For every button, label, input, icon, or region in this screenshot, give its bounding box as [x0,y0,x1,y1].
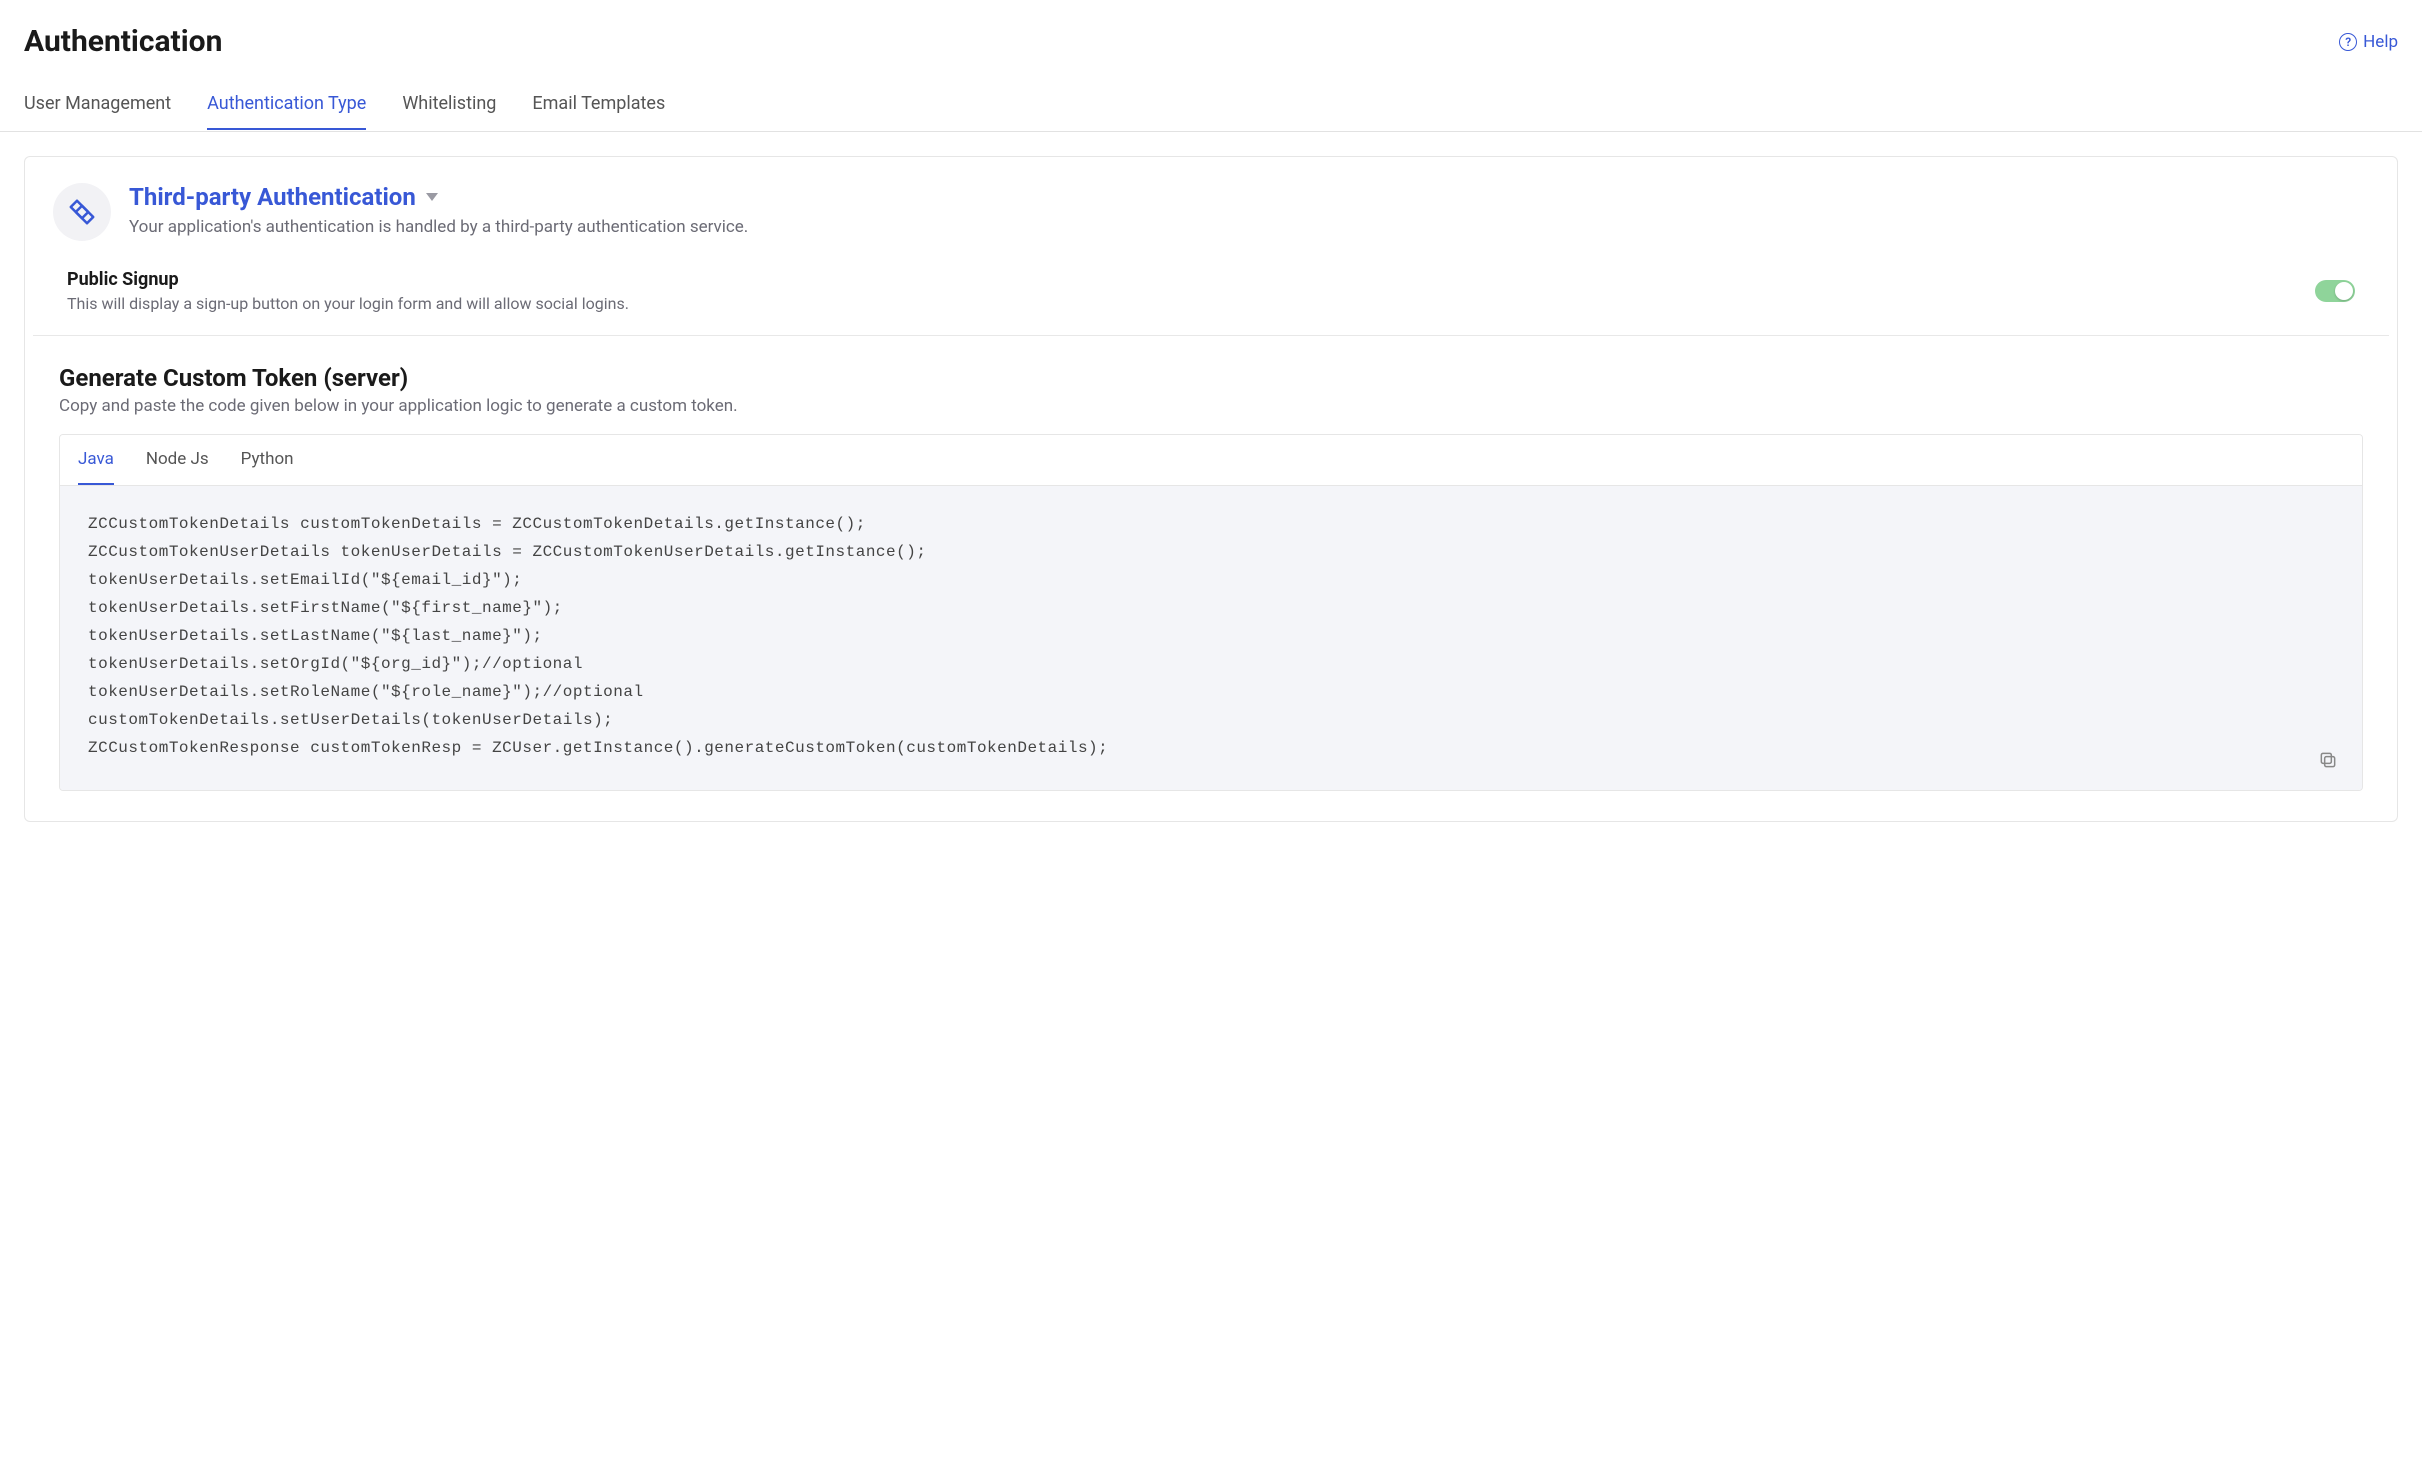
help-link[interactable]: ? Help [2339,32,2398,52]
generate-token-description: Copy and paste the code given below in y… [59,396,2363,416]
public-signup-description: This will display a sign-up button on yo… [67,294,629,313]
tab-whitelisting[interactable]: Whitelisting [402,93,496,130]
tab-user-management[interactable]: User Management [24,93,171,130]
tab-email-templates[interactable]: Email Templates [532,93,665,130]
public-signup-title: Public Signup [67,269,629,290]
code-tab-nodejs[interactable]: Node Js [146,435,209,485]
toggle-knob [2335,282,2353,300]
copy-button[interactable] [2318,750,2340,772]
auth-type-description: Your application's authentication is han… [129,217,2369,237]
code-tab-python[interactable]: Python [241,435,294,485]
code-tab-java[interactable]: Java [78,435,114,485]
auth-panel: Third-party Authentication Your applicat… [24,156,2398,822]
copy-icon [2318,750,2338,770]
tab-divider [0,131,2422,132]
help-label: Help [2363,32,2398,52]
generate-token-title: Generate Custom Token (server) [59,364,2363,392]
chevron-down-icon [426,193,438,201]
code-panel: Java Node Js Python ZCCustomTokenDetails… [59,434,2363,791]
code-snippet: ZCCustomTokenDetails customTokenDetails … [88,510,2334,762]
auth-type-title: Third-party Authentication [129,183,416,211]
help-icon: ? [2339,33,2357,51]
public-signup-toggle[interactable] [2315,280,2355,302]
auth-type-dropdown[interactable]: Third-party Authentication [129,183,2369,211]
third-party-auth-icon [53,183,111,241]
tab-authentication-type[interactable]: Authentication Type [207,93,366,130]
code-tabs: Java Node Js Python [60,435,2362,486]
page-title: Authentication [24,24,222,59]
main-tabs: User Management Authentication Type Whit… [24,93,2398,131]
